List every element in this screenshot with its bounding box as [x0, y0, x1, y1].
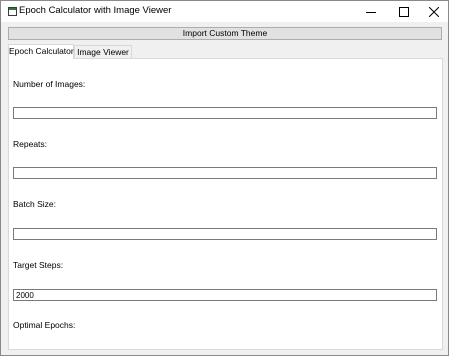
target-steps-label: Target Steps: — [13, 260, 64, 270]
close-button[interactable] — [419, 1, 449, 22]
close-icon — [429, 6, 439, 17]
maximize-icon — [399, 6, 409, 17]
minimize-button[interactable] — [356, 1, 386, 22]
import-theme-button[interactable]: Import Custom Theme — [8, 27, 442, 40]
tab-epoch-calculator[interactable]: Epoch Calculator — [8, 44, 74, 59]
window-title: Epoch Calculator with Image Viewer — [19, 5, 172, 16]
repeats-input[interactable] — [13, 167, 437, 179]
batch-size-input[interactable] — [13, 228, 437, 240]
target-steps-input[interactable] — [13, 289, 437, 301]
epoch-calculator-pane — [8, 58, 443, 350]
maximize-button[interactable] — [389, 1, 419, 22]
optimal-epochs-label: Optimal Epochs: — [13, 320, 76, 330]
num-images-label: Number of Images: — [13, 79, 86, 89]
batch-size-label: Batch Size: — [13, 199, 56, 209]
minimize-icon — [366, 11, 376, 13]
repeats-label: Repeats: — [13, 139, 48, 149]
tab-image-viewer[interactable]: Image Viewer — [74, 45, 132, 58]
window-icon — [8, 7, 17, 16]
title-bar[interactable]: Epoch Calculator with Image Viewer — [1, 1, 448, 22]
num-images-input[interactable] — [13, 107, 437, 119]
app-window: Epoch Calculator with Image Viewer Impor… — [0, 0, 449, 356]
